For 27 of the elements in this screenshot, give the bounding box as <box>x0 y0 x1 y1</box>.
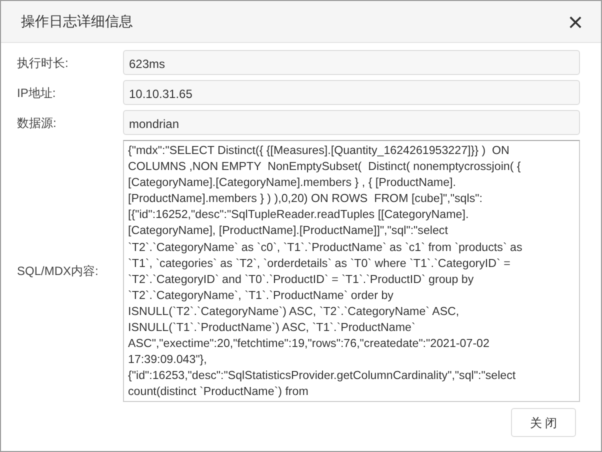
field-label: IP地址: <box>17 84 57 102</box>
text-field[interactable]: mondrian <box>123 110 580 135</box>
text-line: [ProductName].members } ) ),0,20) ON ROWS FROM [cube]","sqls": <box>128 191 484 208</box>
text-line: `T2`.`CategoryID` and `T0`.`ProductID` = `T1`.`ProductID` group by <box>128 272 475 288</box>
text-line: 17:39:09.043"}, <box>128 352 208 368</box>
text-field[interactable]: 10.10.31.65 <box>123 80 580 105</box>
text-field[interactable]: 623ms <box>123 50 580 75</box>
text-line: `T2`.`CategoryName` as `c0`, `T1`.`ProductName` as `c1` from `products` as <box>128 240 524 256</box>
text-line: {"mdx":"SELECT Distinct({ {[Measures].[Quantity_1624261953227]}} ) ON <box>128 143 510 159</box>
text-line: COLUMNS ,NON EMPTY NonEmptySubset( Distinct( nonemptycrossjoin( { <box>128 159 522 176</box>
text-line: ISNULL(`T1`.`ProductName`) ASC, `T1`.`ProductName` <box>128 320 416 336</box>
close-button[interactable]: × <box>564 8 587 34</box>
field-label: SQL/MDX内容: <box>17 263 100 280</box>
text-line: `T2`.`CategoryName`, `T1`.`ProductName` order by <box>128 288 394 304</box>
text-line: count(distinct `ProductName`) from <box>128 384 310 400</box>
text-line: `T1`, `categories` as `T2`, `orderdetails` as `T0` where `T1`.`CategoryID` = <box>128 256 512 272</box>
close-dialog-button[interactable]: 关 闭 <box>511 408 576 437</box>
text-line: [CategoryName].[CategoryName].members } , { [ProductName]. <box>128 175 457 192</box>
dialog-title: 操作日志详细信息 <box>21 12 133 31</box>
text-line: {"id":16253,"desc":"SqlStatisticsProvider.getColumnCardinality","sql":"select <box>128 368 517 384</box>
text-line: ASC","exectime":20,"fetchtime":19,"rows":76,"createdate":"2021-07-02 <box>128 336 490 352</box>
text-line: ISNULL(`T2`.`CategoryName`) ASC, `T2`.`CategoryName` ASC, <box>128 304 460 320</box>
field-label: 执行时长: <box>17 54 70 72</box>
text-line: [{"id":16252,"desc":"SqlTupleReader.readTuples [[CategoryName]. <box>128 207 470 224</box>
text-area[interactable] <box>123 140 580 402</box>
field-label: 数据源: <box>17 114 58 132</box>
text-line: [CategoryName], [ProductName].[ProductName]]","sql":"select <box>128 223 449 240</box>
